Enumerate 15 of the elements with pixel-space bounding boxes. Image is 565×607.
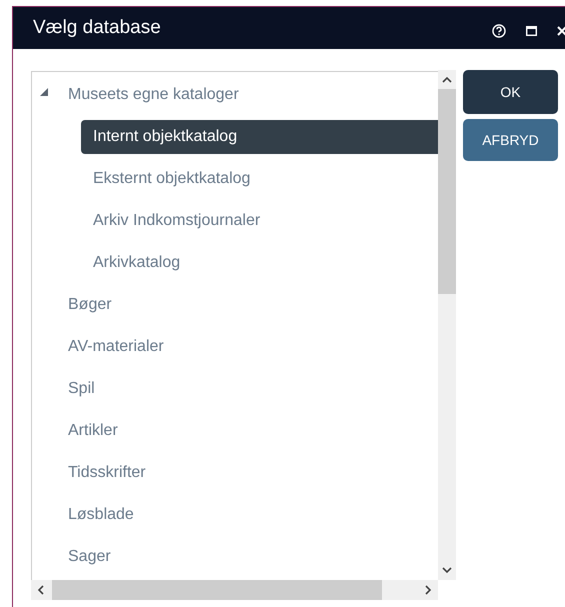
tree-item[interactable]: Spil: [56, 372, 107, 406]
tree-item[interactable]: Tidsskrifter: [56, 456, 158, 490]
tree-item[interactable]: Arkivkatalog: [81, 246, 438, 280]
tree-item[interactable]: Artikler: [56, 414, 130, 448]
tree-item[interactable]: AV-materialer: [56, 330, 176, 364]
tree-item[interactable]: Museets egne kataloger: [56, 78, 251, 112]
tree-item[interactable]: Eksternt objektkatalog: [81, 162, 438, 196]
tree-item[interactable]: Arkiv Indkomstjournaler: [81, 204, 438, 238]
tree-item[interactable]: Løsblade: [56, 498, 146, 532]
cancel-button[interactable]: AFBRYD: [463, 119, 558, 161]
window-title: Vælg database: [33, 17, 161, 39]
tree-item[interactable]: Bøger: [56, 288, 124, 322]
tree-item[interactable]: Internt objektkatalog: [81, 120, 438, 154]
ok-button[interactable]: OK: [463, 70, 558, 114]
tree-item[interactable]: Sager: [56, 540, 123, 574]
